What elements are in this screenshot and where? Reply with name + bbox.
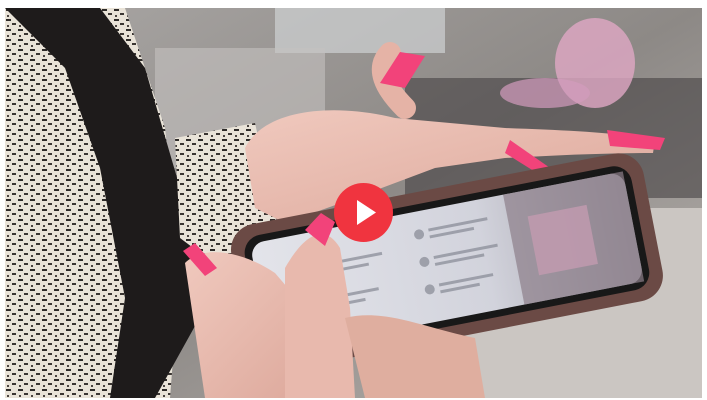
video-player[interactable] bbox=[5, 8, 702, 398]
play-icon bbox=[334, 183, 393, 242]
play-button[interactable] bbox=[334, 183, 393, 242]
